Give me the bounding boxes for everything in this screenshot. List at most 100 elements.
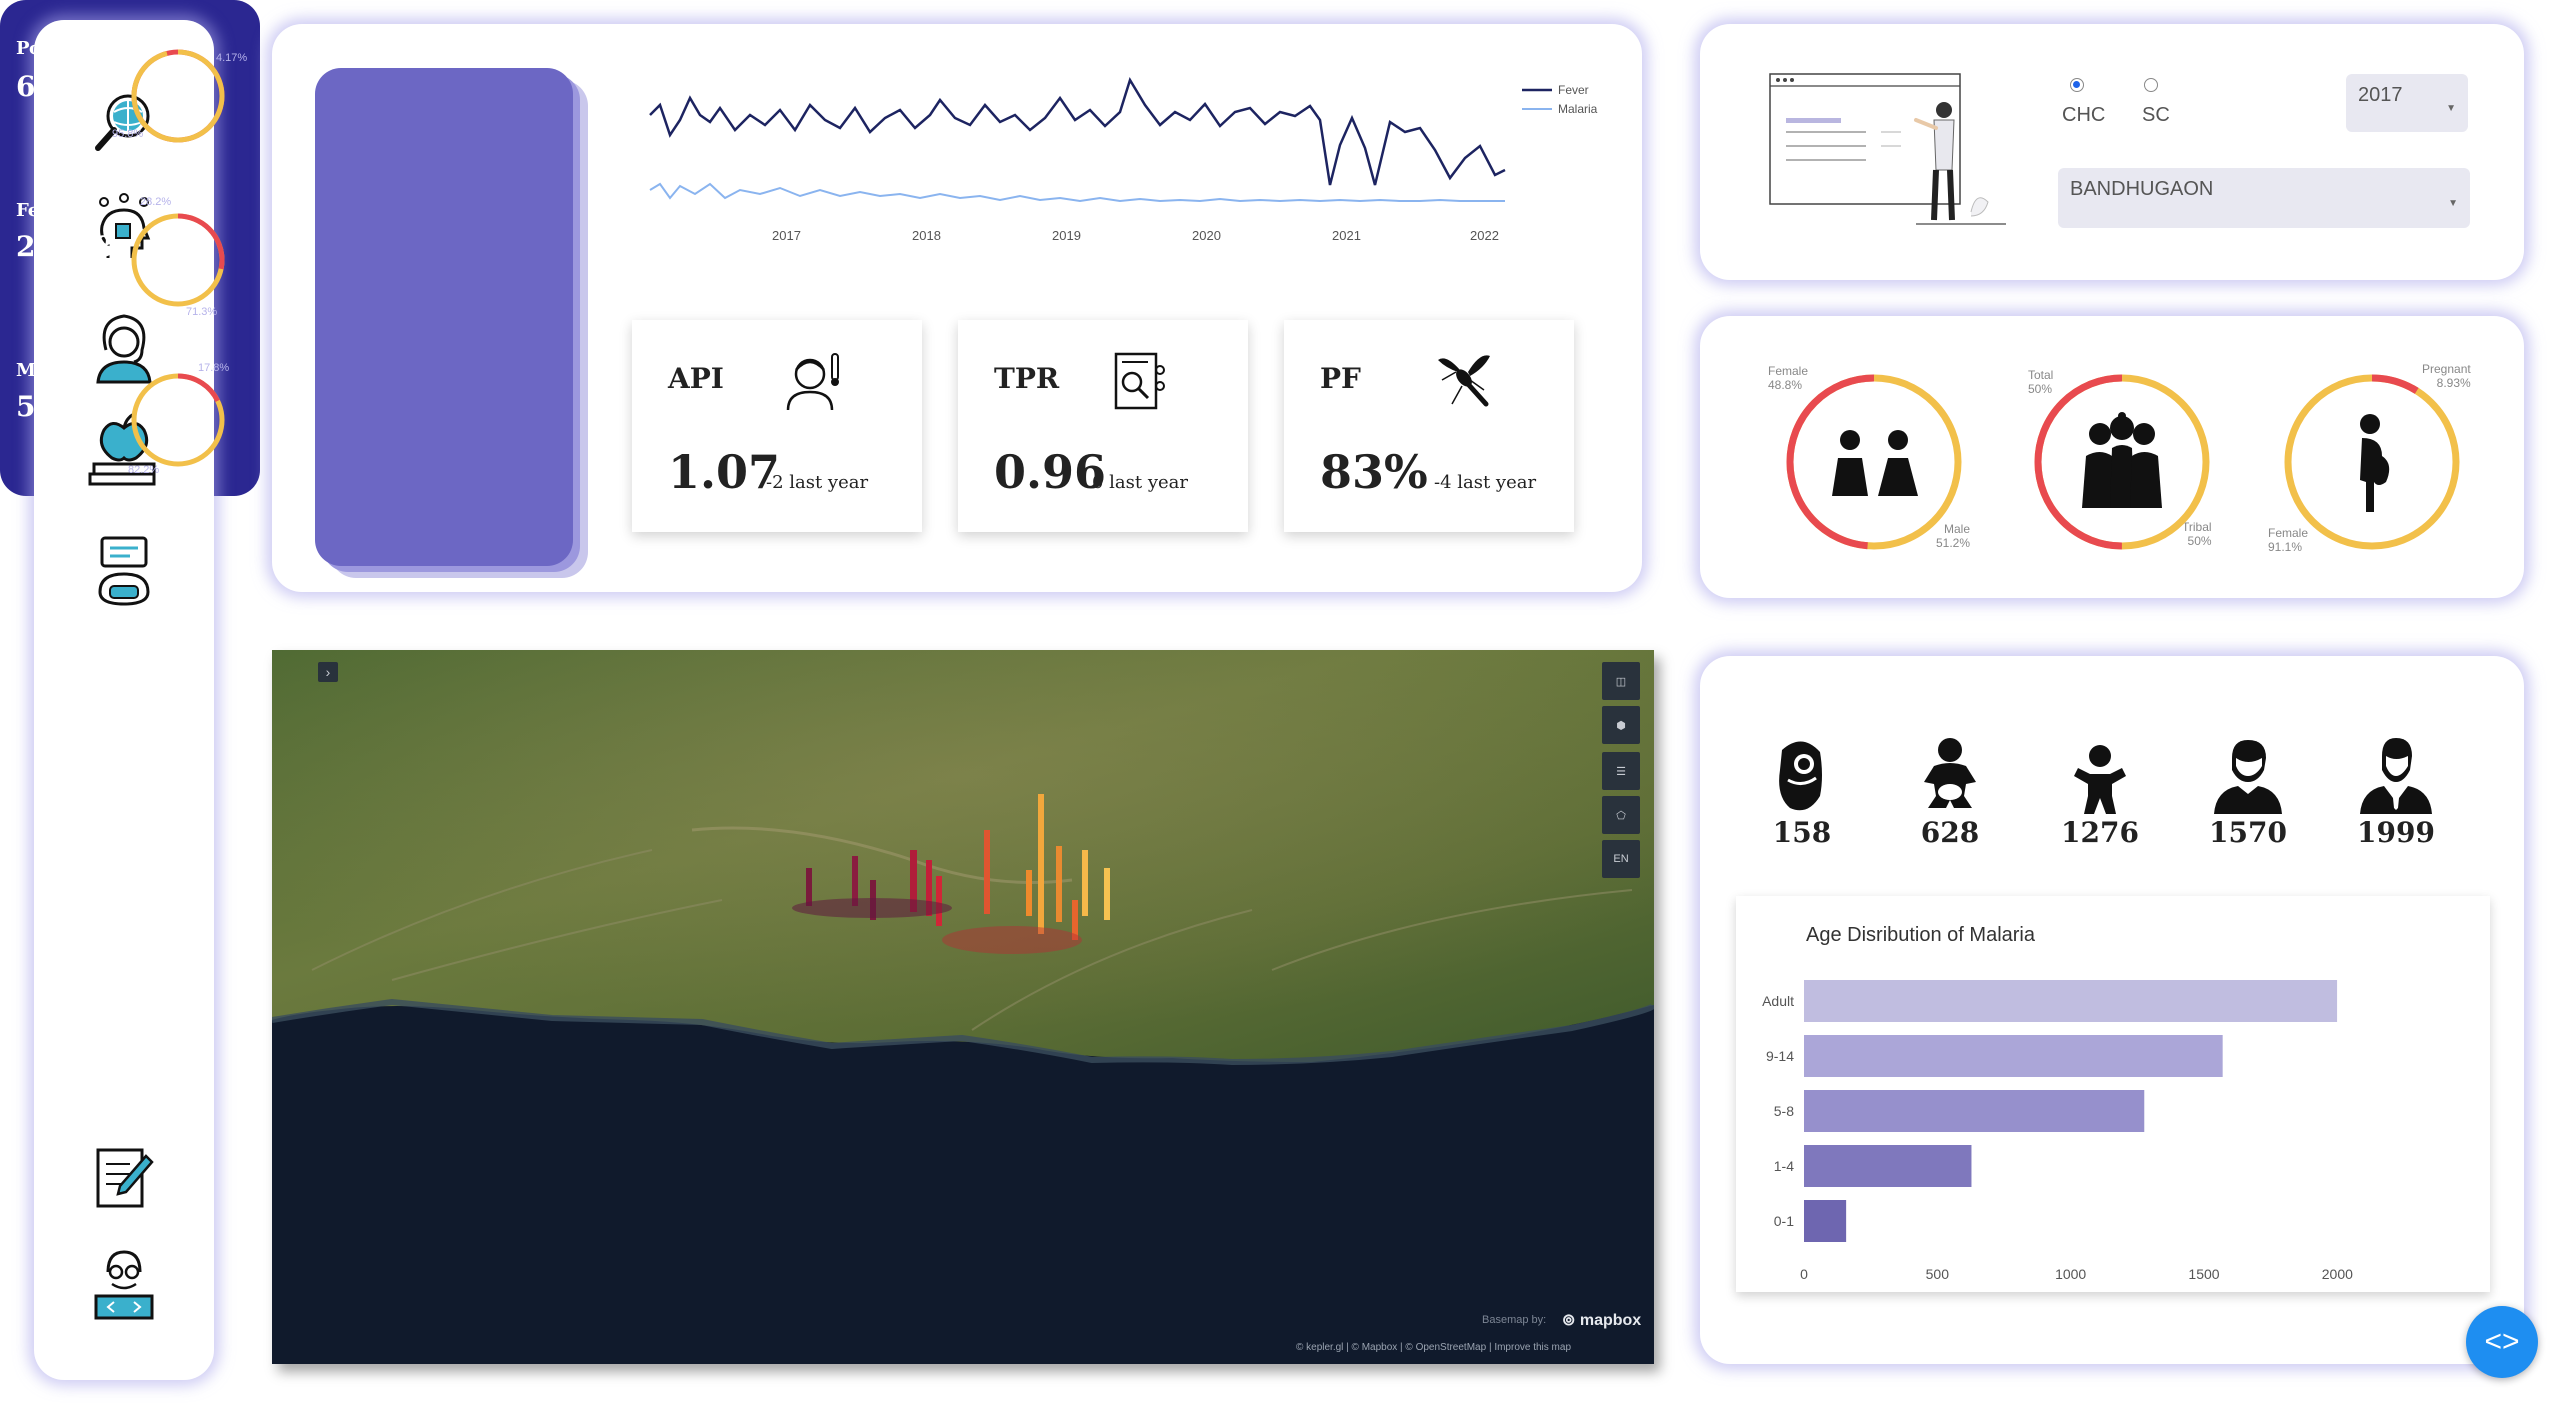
age-count: 1999 (2357, 816, 2435, 849)
patient-thermometer-icon (786, 353, 839, 411)
legend-fever: Fever (1558, 83, 1589, 97)
map-attribution[interactable]: © kepler.gl | © Mapbox | © OpenStreetMap… (1296, 1342, 1571, 1353)
virus-cells-icon (157, 399, 202, 442)
location-select[interactable]: BANDHUGAON ▼ (2058, 168, 2470, 228)
stack-shadow-1 (315, 68, 573, 566)
age-count: 1570 (2209, 816, 2287, 849)
x-tick-label: 1500 (2188, 1266, 2219, 1282)
gender-ring (1786, 374, 1962, 550)
category-label: 0-1 (1774, 1213, 1794, 1229)
bar-9-14[interactable] (1804, 1035, 2223, 1077)
metric-card-tpr: TPR 0.96 0 last year (958, 320, 1248, 532)
chevron-down-icon: ▼ (2446, 103, 2456, 114)
bar-5-8[interactable] (1804, 1090, 2145, 1132)
doctor-chat-icon[interactable] (84, 532, 164, 612)
age-count: 158 (1772, 816, 1832, 849)
year-tick: 2017 (772, 228, 801, 243)
tribal-ring (2034, 374, 2210, 550)
metric-card-api: API 1.07 -2 last year (632, 320, 922, 532)
draw-polygon-icon[interactable]: ⬠ (1602, 796, 1640, 834)
population-value: 64640 (16, 70, 114, 103)
radio-sc[interactable] (2144, 78, 2158, 92)
age-bar-chart: Adult 9-14 5-8 1-4 0-1 0 500 1000 1500 2000 (1762, 980, 2353, 1282)
adult-icon (2360, 738, 2432, 814)
year-select[interactable]: 2017 ▼ (2346, 74, 2468, 132)
radio-sc-label[interactable]: SC (2142, 104, 2170, 127)
category-label: 9-14 (1766, 1048, 1794, 1064)
year-tick: 2022 (1470, 228, 1499, 243)
child-icon (2074, 745, 2126, 814)
split-map-icon[interactable]: ◫ (1602, 662, 1640, 700)
bar-1-4[interactable] (1804, 1145, 1972, 1187)
thermometer-icon (164, 234, 193, 286)
fever-line (649, 76, 1506, 186)
fever-value: 26078 (16, 230, 114, 263)
map-sidebar-toggle[interactable]: › (318, 662, 338, 682)
population-label: Population (16, 38, 126, 59)
radio-chc-label[interactable]: CHC (2062, 104, 2105, 127)
age-chart: Age Disribution of Malaria Adult 9-14 5-8 1… (1736, 896, 2490, 1292)
edit-document-icon[interactable] (84, 1140, 164, 1220)
basemap-label: Basemap by: (1482, 1314, 1547, 1326)
x-tick-label: 2000 (2322, 1266, 2353, 1282)
category-label: 1-4 (1774, 1158, 1794, 1174)
pregnant-woman-icon (2360, 414, 2390, 512)
trend-chart: 2017 2018 2019 2020 2021 2022 Fever Mala… (649, 76, 1598, 243)
age-count: 628 (1920, 816, 1980, 849)
3d-cube-icon[interactable]: ⬢ (1602, 706, 1640, 744)
fever-label: Fever (16, 200, 71, 221)
metric-label: API (668, 362, 724, 395)
demographics-card: Female 48.8% Male 51.2% Total 50% Tribal 50%… (1700, 316, 2524, 598)
year-tick: 2019 (1052, 228, 1081, 243)
year-select-value: 2017 (2358, 84, 2403, 106)
year-tick: 2018 (912, 228, 941, 243)
baby-icon (1924, 738, 1976, 808)
bar-0-1[interactable] (1804, 1200, 1847, 1242)
mapbox-circle-icon: ⊚ (1562, 1312, 1576, 1329)
mosquito-icon (1438, 355, 1490, 407)
presenter-illustration (1769, 73, 2006, 225)
metric-label: PF (1320, 362, 1361, 395)
age-count: 1276 (2061, 816, 2139, 849)
tribal-family-icon (2082, 412, 2162, 508)
x-tick-label: 1000 (2055, 1266, 2086, 1282)
year-tick: 2020 (1192, 228, 1221, 243)
malaria-ring (131, 373, 225, 467)
year-tick: 2021 (1332, 228, 1361, 243)
age-distribution-card: 158 628 1276 1570 1999 Age Disribution o… (1700, 656, 2524, 1364)
metric-value: 1.07 (668, 445, 781, 499)
fever-ring (131, 213, 225, 307)
code-toggle-button[interactable]: <> (2466, 1306, 2538, 1378)
legend-list-icon[interactable]: ☰ (1602, 752, 1640, 790)
mapbox-logo[interactable]: ⊚ mapbox (1562, 1310, 1641, 1330)
population-ring (131, 49, 225, 143)
metric-value: 0.96 (994, 445, 1107, 499)
malaria-line (649, 182, 1505, 203)
malaria-value: 5631 (16, 390, 94, 423)
teen-icon (2214, 740, 2282, 814)
metric-label: TPR (994, 362, 1060, 395)
location-select-value: BANDHUGAON (2070, 178, 2214, 200)
x-tick-label: 0 (1800, 1266, 1808, 1282)
radio-chc[interactable] (2070, 78, 2084, 92)
bar-adult[interactable] (1804, 980, 2338, 1022)
legend-malaria: Malaria (1558, 102, 1598, 116)
map-view[interactable]: › ◫ ⬢ ☰ ⬠ EN Basemap by: ⊚ mapbox © kepl… (272, 650, 1654, 1364)
developer-avatar-icon[interactable] (84, 1242, 164, 1322)
category-label: 5-8 (1774, 1103, 1794, 1119)
male-female-icon (1832, 430, 1918, 496)
metric-delta: -4 last year (1434, 472, 1537, 493)
pregnant-ring (2284, 374, 2460, 550)
metric-delta: -2 last year (766, 472, 869, 493)
category-label: Adult (1762, 993, 1794, 1009)
satellite-terrain (272, 650, 1654, 1070)
people-group-icon (152, 77, 204, 110)
fever-pct-a: 28.2% (140, 196, 172, 208)
malaria-label: Malaria (16, 360, 95, 381)
metric-card-pf: PF 83% -4 last year (1284, 320, 1574, 532)
language-button[interactable]: EN (1602, 840, 1640, 878)
x-tick-label: 500 (1926, 1266, 1950, 1282)
microscope-report-icon (1114, 352, 1165, 410)
chevron-down-icon: ▼ (2448, 198, 2458, 209)
stats-panel: Population 64640 4.17% 95.8% Fever 26078… (0, 0, 260, 496)
